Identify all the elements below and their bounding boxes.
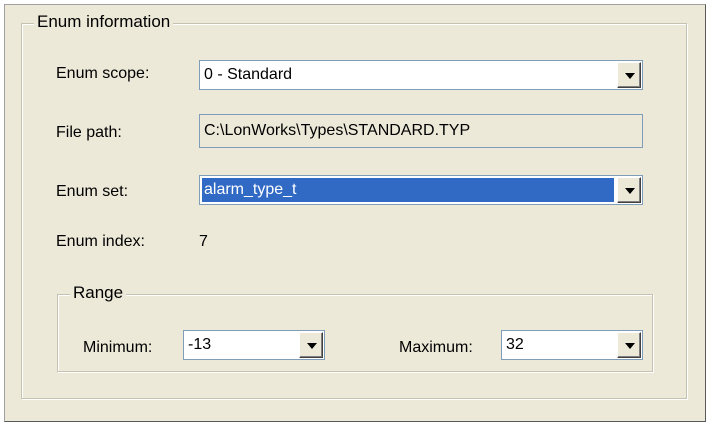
enum-dialog: Enum information Enum scope: 0 - Standar…	[4, 4, 706, 422]
maximum-select[interactable]: 32	[501, 330, 643, 360]
range-title: Range	[70, 282, 127, 304]
enum-set-select[interactable]: alarm_type_t	[199, 175, 643, 205]
chevron-down-icon[interactable]	[299, 332, 323, 358]
maximum-label: Maximum:	[399, 339, 473, 356]
chevron-down-icon[interactable]	[617, 177, 641, 203]
enum-information-title: Enum information	[34, 11, 174, 33]
minimum-value: -13	[188, 336, 212, 353]
enum-scope-value: 0 - Standard	[204, 66, 293, 83]
enum-set-label: Enum set:	[56, 183, 129, 200]
file-path-field: C:\LonWorks\Types\STANDARD.TYP	[199, 114, 643, 148]
chevron-down-icon[interactable]	[617, 62, 641, 88]
minimum-select[interactable]: -13	[183, 330, 325, 360]
file-path-label: File path:	[56, 124, 122, 141]
enum-set-value: alarm_type_t	[202, 178, 614, 202]
minimum-label: Minimum:	[83, 339, 153, 356]
chevron-down-icon[interactable]	[617, 332, 641, 358]
maximum-value: 32	[506, 336, 524, 353]
file-path-value: C:\LonWorks\Types\STANDARD.TYP	[204, 122, 471, 139]
enum-scope-label: Enum scope:	[56, 65, 150, 82]
enum-index-value: 7	[199, 233, 208, 250]
enum-index-label: Enum index:	[56, 233, 145, 250]
enum-scope-select[interactable]: 0 - Standard	[199, 60, 643, 90]
